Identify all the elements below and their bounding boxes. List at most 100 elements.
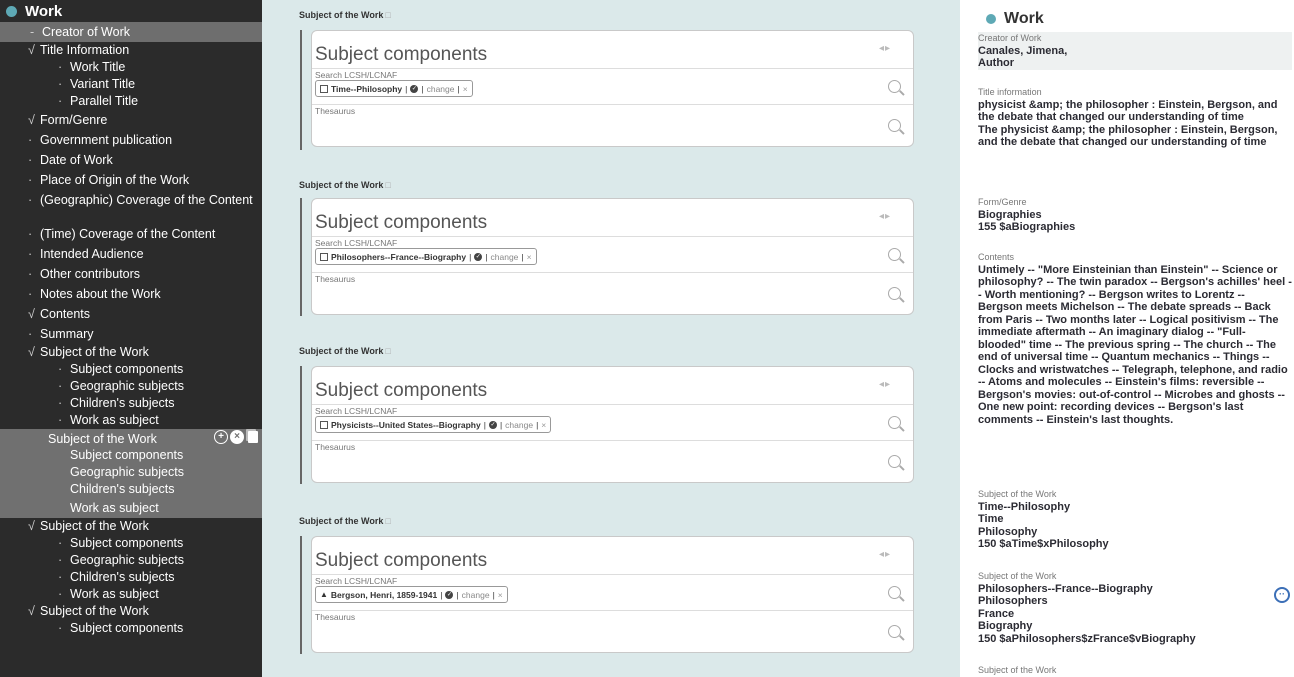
remove-icon[interactable]: × [527, 252, 532, 262]
add-icon[interactable]: + [214, 430, 228, 444]
bullet-icon: · [58, 536, 63, 550]
sidebar-item-label: Creator of Work [42, 25, 130, 39]
card-title: Subject components [315, 380, 488, 401]
section-title: Subject of the Work □ [299, 346, 391, 356]
change-link[interactable]: change [427, 84, 455, 94]
change-link[interactable]: change [491, 252, 519, 262]
sidebar-item[interactable]: · Date of Work [0, 150, 262, 170]
sidebar-item[interactable]: · (Time) Coverage of the Content [0, 224, 262, 244]
search-row: Search LCSH/LCNAF Philosophers--France--B… [312, 236, 913, 272]
search-icon[interactable] [888, 416, 901, 429]
more-options-icon[interactable]: ·· [1274, 587, 1290, 603]
search-icon[interactable] [888, 119, 901, 132]
sidebar-item[interactable]: √ Subject of the Work [0, 344, 262, 361]
bullet-icon: · [28, 153, 33, 167]
bullet-icon: · [28, 327, 33, 341]
card-title: Subject components [315, 550, 488, 571]
sidebar-item[interactable]: Work as subject [0, 498, 262, 518]
sidebar-item[interactable]: · Geographic subjects [0, 552, 262, 569]
sidebar-item[interactable]: · Parallel Title [0, 93, 262, 110]
sidebar-item[interactable]: · Children's subjects [0, 569, 262, 586]
sidebar-item[interactable]: √ Title Information [0, 42, 262, 59]
sidebar-item-label: Summary [40, 327, 94, 341]
card-header: Subject components ◂▸ [312, 537, 913, 574]
subject-pill[interactable]: Philosophers--France--Biography | ✓ | change… [315, 248, 537, 265]
check-icon: ✓ [488, 420, 497, 429]
card-header: Subject components ◂▸ [312, 31, 913, 68]
subject-pill[interactable]: Physicists--United States--Biography | ✓ | c… [315, 416, 552, 433]
subject-pill[interactable]: Time--Philosophy | ✓ | change | × [315, 80, 473, 97]
sidebar-item[interactable]: √ Contents [0, 304, 262, 324]
sidebar: Work - Creator of Work √ Title Information ·… [0, 0, 262, 677]
sidebar-item[interactable]: Subject components [0, 447, 262, 464]
sidebar-item[interactable]: · Other contributors [0, 264, 262, 284]
search-icon[interactable] [888, 248, 901, 261]
sidebar-item[interactable]: · Work as subject [0, 412, 262, 429]
sidebar-item[interactable]: · Geographic subjects [0, 378, 262, 395]
search-icon[interactable] [888, 625, 901, 638]
sidebar-item-label: Title Information [40, 43, 130, 57]
sidebar-item[interactable]: · (Geographic) Coverage of the Content [0, 190, 262, 224]
sidebar-item[interactable]: · Subject components [0, 535, 262, 552]
preview-field-value: Canales, Jimena, [978, 44, 1068, 57]
preview-field-value: France [978, 607, 1015, 620]
sidebar-item-label: (Time) Coverage of the Content [40, 227, 216, 241]
preview-field-value: Philosophers--France--Biography [978, 582, 1153, 595]
sidebar-item[interactable]: · Work as subject [0, 586, 262, 603]
section-bar [300, 536, 302, 654]
remove-icon[interactable]: × [498, 590, 503, 600]
sidebar-item[interactable]: · Summary [0, 324, 262, 344]
change-link[interactable]: change [505, 420, 533, 430]
copy-icon[interactable] [248, 431, 258, 443]
sidebar-item[interactable]: · Subject components [0, 361, 262, 378]
sidebar-item[interactable]: Children's subjects [0, 481, 262, 498]
book-icon [320, 84, 328, 93]
search-row: Search LCSH/LCNAF Physicists--United Stat… [312, 404, 913, 440]
reorder-arrows-icon[interactable]: ◂▸ [879, 379, 891, 390]
remove-icon[interactable]: × [541, 420, 546, 430]
sidebar-item[interactable]: Subject of the Work + × [0, 429, 262, 447]
sidebar-item[interactable]: - Creator of Work [0, 22, 262, 42]
sidebar-item[interactable]: · Intended Audience [0, 244, 262, 264]
sidebar-item[interactable]: · Children's subjects [0, 395, 262, 412]
sidebar-item[interactable]: √ Form/Genre [0, 110, 262, 130]
reorder-arrows-icon[interactable]: ◂▸ [879, 211, 891, 222]
sidebar-item[interactable]: · Notes about the Work [0, 284, 262, 304]
editor-panel: Subject of the Work □ Subject components ◂▸… [262, 0, 960, 677]
subject-pill-text: Bergson, Henri, 1859-1941 [330, 589, 438, 600]
sidebar-item-label: Geographic subjects [70, 379, 184, 393]
book-icon [320, 252, 328, 261]
sidebar-item[interactable]: Geographic subjects [0, 464, 262, 481]
sidebar-item[interactable]: √ Subject of the Work [0, 518, 262, 535]
search-icon[interactable] [888, 80, 901, 93]
section-bar [300, 366, 302, 484]
subject-pill[interactable]: ▲ Bergson, Henri, 1859-1941 | ✓ | change | × [315, 586, 508, 603]
sidebar-item[interactable]: · Place of Origin of the Work [0, 170, 262, 190]
section-bar [300, 198, 302, 316]
remove-icon[interactable]: × [230, 430, 244, 444]
preview-field-value: Philosophers [978, 595, 1048, 607]
sidebar-item[interactable]: · Subject components [0, 620, 262, 637]
preview-field-value: Untimely -- "More Einsteinian than Einst… [978, 263, 1292, 426]
bullet-icon: · [58, 379, 63, 393]
subject-card: Subject components ◂▸ Search LCSH/LCNAF Phi… [311, 198, 914, 315]
change-link[interactable]: change [462, 590, 490, 600]
search-icon[interactable] [888, 455, 901, 468]
sidebar-item-label: Work as subject [70, 413, 159, 427]
reorder-arrows-icon[interactable]: ◂▸ [879, 43, 891, 54]
card-header: Subject components ◂▸ [312, 199, 913, 236]
remove-icon[interactable]: × [463, 84, 468, 94]
search-icon[interactable] [888, 586, 901, 599]
search-icon[interactable] [888, 287, 901, 300]
sidebar-item[interactable]: · Work Title [0, 59, 262, 76]
sidebar-item[interactable]: √ Subject of the Work [0, 603, 262, 620]
section-bar [300, 30, 302, 150]
sidebar-item[interactable]: · Variant Title [0, 76, 262, 93]
reorder-arrows-icon[interactable]: ◂▸ [879, 549, 891, 560]
person-icon: ▲ [320, 590, 328, 599]
preview-field-label: Subject of the Work [978, 571, 1057, 581]
sidebar-item-label: Subject of the Work [40, 345, 149, 359]
sidebar-item[interactable]: · Government publication [0, 130, 262, 150]
check-icon: ✓ [410, 84, 419, 93]
sidebar-item-label: Geographic subjects [70, 465, 184, 479]
